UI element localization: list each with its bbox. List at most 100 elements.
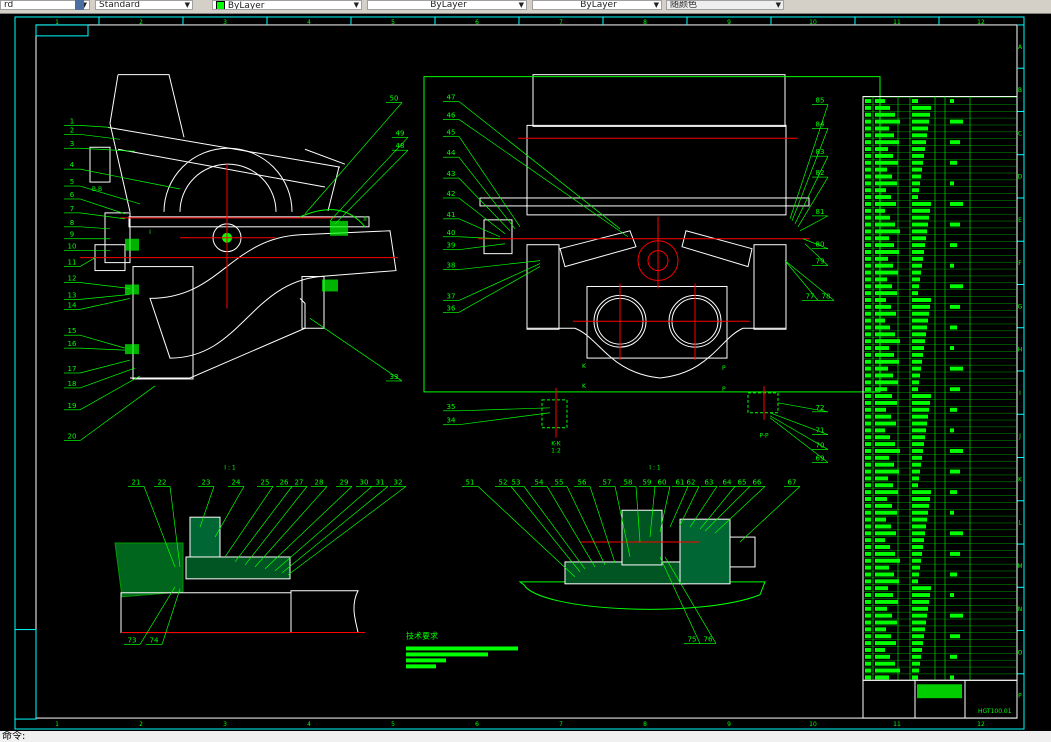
row-marker: H xyxy=(1018,347,1023,354)
part-label: 28 xyxy=(315,478,324,486)
outer-border xyxy=(14,16,1025,730)
part-label: 13 xyxy=(68,291,77,299)
column-marker: 9 xyxy=(727,721,731,728)
part-label: 34 xyxy=(447,417,456,425)
leader-line xyxy=(79,298,131,310)
leader-line xyxy=(79,347,126,351)
chevron-down-icon: ▼ xyxy=(353,1,359,9)
color-dropdown[interactable]: ByLayer ▼ xyxy=(212,0,362,10)
lineweight-dropdown[interactable]: ByLayer ▼ xyxy=(532,0,662,10)
part-label: 27 xyxy=(295,478,304,486)
part-label: 11 xyxy=(68,259,77,267)
row-marker: K xyxy=(1018,476,1023,483)
section-mark: P xyxy=(722,365,726,372)
row-marker: F xyxy=(1018,260,1022,267)
dim-style-icon[interactable] xyxy=(75,0,84,10)
leader-line xyxy=(458,266,541,313)
leader-line xyxy=(234,486,293,563)
part-label: 58 xyxy=(624,478,633,486)
part-label: 8 xyxy=(70,219,74,227)
part-label: 19 xyxy=(68,402,77,410)
part-label: 85 xyxy=(816,97,825,105)
row-marker: P xyxy=(1018,693,1022,700)
lineweight-value: ByLayer xyxy=(580,0,617,10)
row-marker: C xyxy=(1018,130,1022,137)
part-label: 44 xyxy=(447,149,456,157)
leader-line xyxy=(161,588,181,645)
chevron-down-icon: ▼ xyxy=(653,1,659,9)
column-marker: 8 xyxy=(643,721,647,728)
title-block: HGT100.01 xyxy=(862,679,1018,719)
part-label: 51 xyxy=(466,478,475,486)
part-label: 79 xyxy=(816,258,825,266)
section-mark: K xyxy=(582,363,587,370)
left-side-table xyxy=(14,629,37,720)
leader-line xyxy=(589,486,616,564)
row-marker: E xyxy=(1018,217,1022,224)
column-marker: 1 xyxy=(55,721,59,728)
command-line[interactable]: 命令: xyxy=(0,731,1051,742)
part-label: 64 xyxy=(723,478,732,486)
row-marker: L xyxy=(1018,520,1022,527)
leader-line xyxy=(244,486,308,566)
part-label: 75 xyxy=(688,636,697,644)
leader-line xyxy=(799,215,829,232)
column-marker: 1 xyxy=(55,19,59,26)
dim-style-dropdown[interactable]: Standard ▼ xyxy=(95,0,193,10)
part-label: 9 xyxy=(70,231,74,239)
part-label: 72 xyxy=(816,404,825,412)
part-label: 47 xyxy=(447,94,456,102)
row-marker: O xyxy=(1018,649,1023,656)
column-marker: 5 xyxy=(391,721,395,728)
leader-line xyxy=(458,119,629,238)
part-label: 10 xyxy=(68,243,77,251)
part-label: 63 xyxy=(705,478,714,486)
row-marker: M xyxy=(1017,563,1022,570)
leader-line xyxy=(458,218,501,238)
leader-line xyxy=(458,260,541,270)
part-label: 62 xyxy=(687,478,696,486)
leader-line xyxy=(546,486,596,568)
part-label: 48 xyxy=(396,142,405,150)
section-mark: I : 1 xyxy=(224,464,236,471)
part-label: 32 xyxy=(394,478,403,486)
part-label: 55 xyxy=(555,478,564,486)
column-marker: 4 xyxy=(307,721,311,728)
column-marker: 6 xyxy=(475,721,479,728)
column-marker: 7 xyxy=(559,19,563,26)
part-label: 74 xyxy=(150,637,159,645)
linetype-dropdown[interactable]: ByLayer ▼ xyxy=(367,0,527,10)
drawing-number: HGT100.01 xyxy=(978,708,1012,715)
section-mark: I : 1 xyxy=(649,464,661,471)
leader-line xyxy=(79,385,156,441)
row-marker: A xyxy=(1018,44,1023,51)
part-label: 49 xyxy=(396,129,405,137)
leader-line xyxy=(510,486,581,573)
part-label: 22 xyxy=(158,478,167,486)
leader-line xyxy=(659,486,671,533)
column-marker: 5 xyxy=(391,19,395,26)
leader-line xyxy=(79,334,126,349)
linetype-value: ByLayer xyxy=(430,0,467,10)
leader-line xyxy=(458,407,551,412)
drawing-canvas[interactable]: 112233445566778899101011111212 ABCDEFGHI… xyxy=(0,14,1051,731)
leader-line xyxy=(79,147,136,152)
part-label: 65 xyxy=(738,478,747,486)
plot-style-dropdown[interactable]: 随颜色 ▼ xyxy=(666,0,784,10)
part-label: 36 xyxy=(447,304,456,312)
part-label: 41 xyxy=(447,211,456,219)
section-mark: B-B xyxy=(92,186,102,193)
leader-line xyxy=(79,125,111,128)
parts-list-table xyxy=(862,96,1018,681)
row-marker: G xyxy=(1018,303,1023,310)
part-label: 4 xyxy=(70,161,75,169)
part-label: 83 xyxy=(816,148,825,156)
leader-line xyxy=(79,294,131,300)
chevron-down-icon: ▼ xyxy=(775,1,781,9)
part-label: 5 xyxy=(70,178,74,186)
leader-line xyxy=(254,486,328,568)
row-marker: D xyxy=(1018,174,1023,181)
part-label: 78 xyxy=(822,292,831,300)
part-label: 77 xyxy=(806,292,815,300)
part-label: 35 xyxy=(447,403,456,411)
